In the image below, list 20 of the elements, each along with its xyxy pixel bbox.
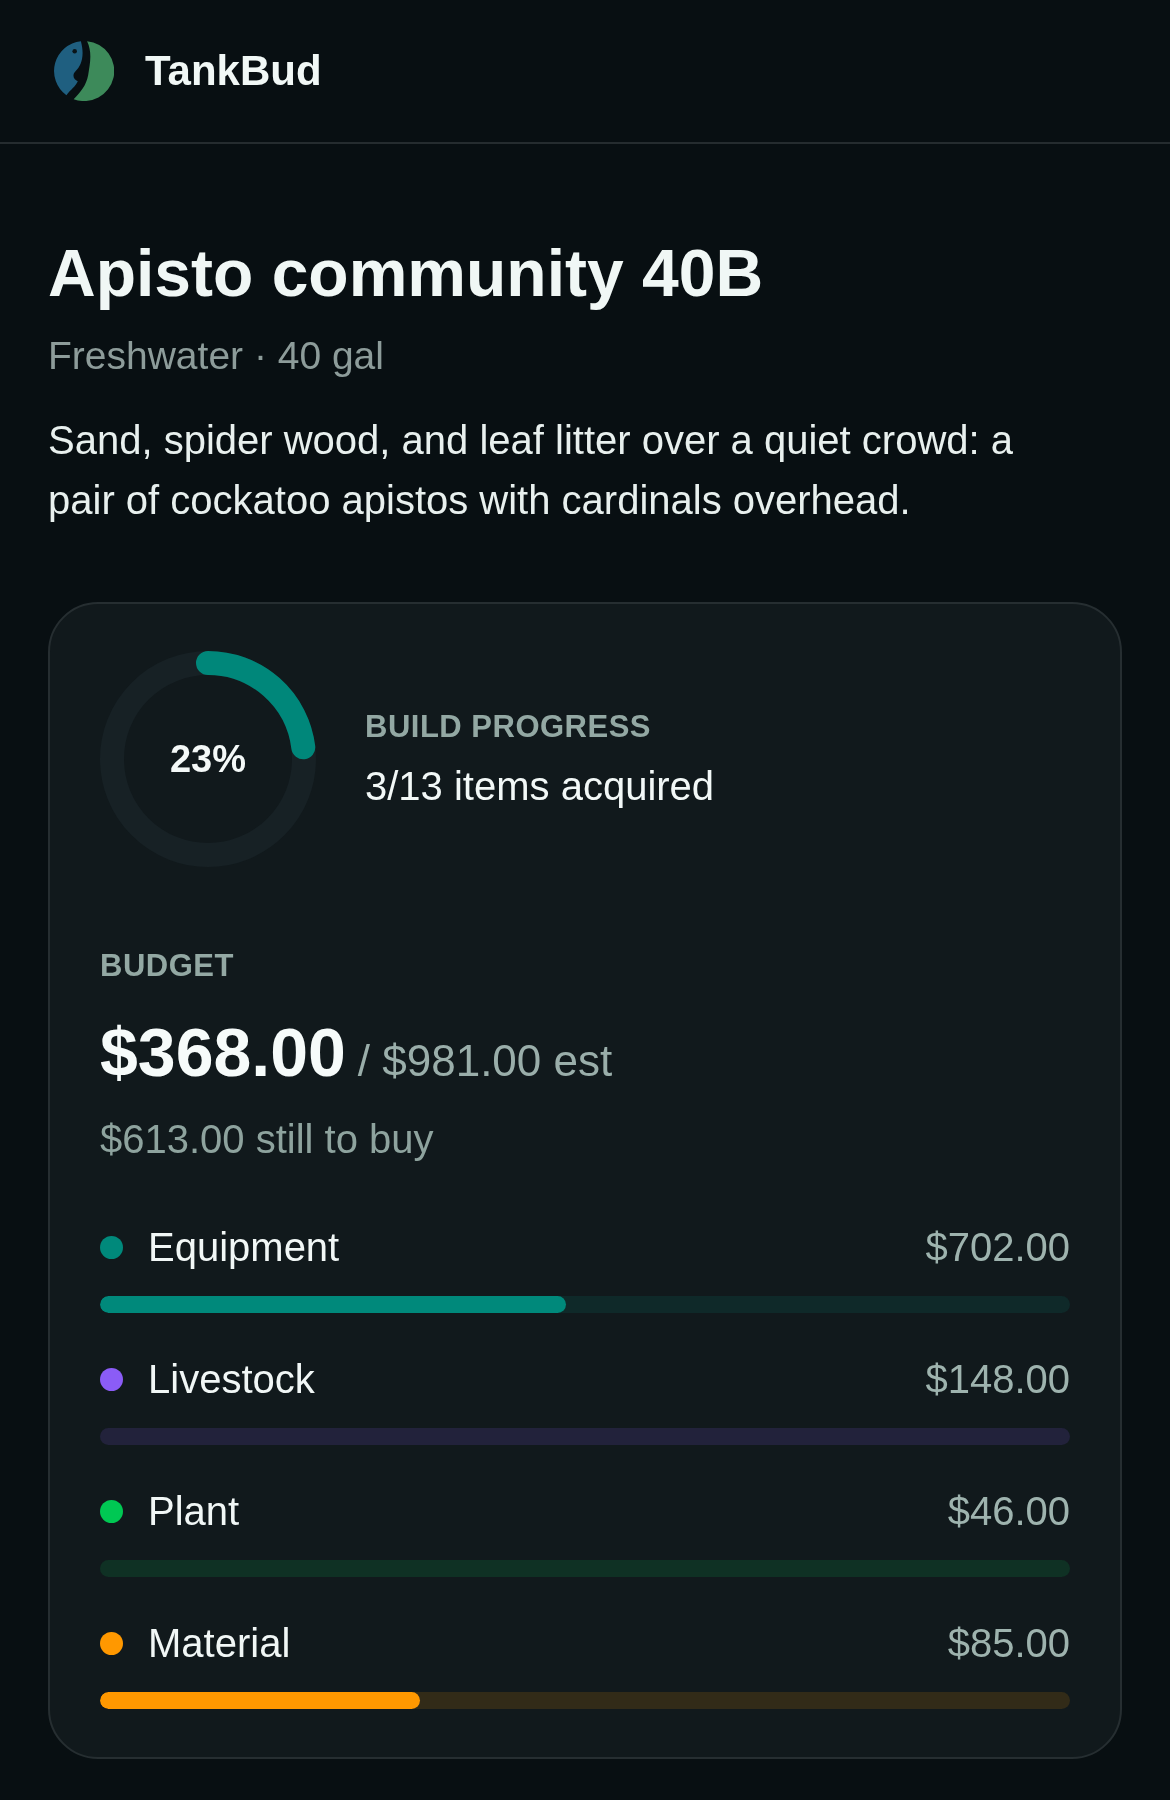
progress-summary: 3/13 items acquired	[365, 763, 715, 810]
category-amount: $148.00	[925, 1356, 1070, 1403]
progress-label: BUILD PROGRESS	[365, 708, 652, 746]
budget-spent: $368.00	[100, 1013, 346, 1092]
tank-subtitle: Freshwater · 40 gal	[48, 333, 384, 379]
category-name: Material	[148, 1620, 291, 1667]
progress-percent: 23%	[169, 737, 247, 781]
category-name: Livestock	[148, 1356, 315, 1403]
category-name: Equipment	[148, 1224, 340, 1271]
tank-title: Apisto community 40B	[48, 235, 764, 312]
category-name: Plant	[148, 1488, 240, 1535]
budget-label: BUDGET	[100, 947, 234, 985]
budget-remaining: $613.00 still to buy	[100, 1116, 434, 1163]
tank-description: Sand, spider wood, and leaf litter over a quiet crowd: a pair of cockatoo apistos with cardinals overhead.	[48, 417, 1014, 524]
budget-estimate: / $981.00 est	[357, 1035, 613, 1087]
category-amount: $46.00	[947, 1488, 1070, 1535]
category-amount: $702.00	[925, 1224, 1070, 1271]
app-name: TankBud	[145, 47, 322, 95]
category-amount: $85.00	[947, 1620, 1070, 1667]
logo-icon	[54, 41, 114, 101]
